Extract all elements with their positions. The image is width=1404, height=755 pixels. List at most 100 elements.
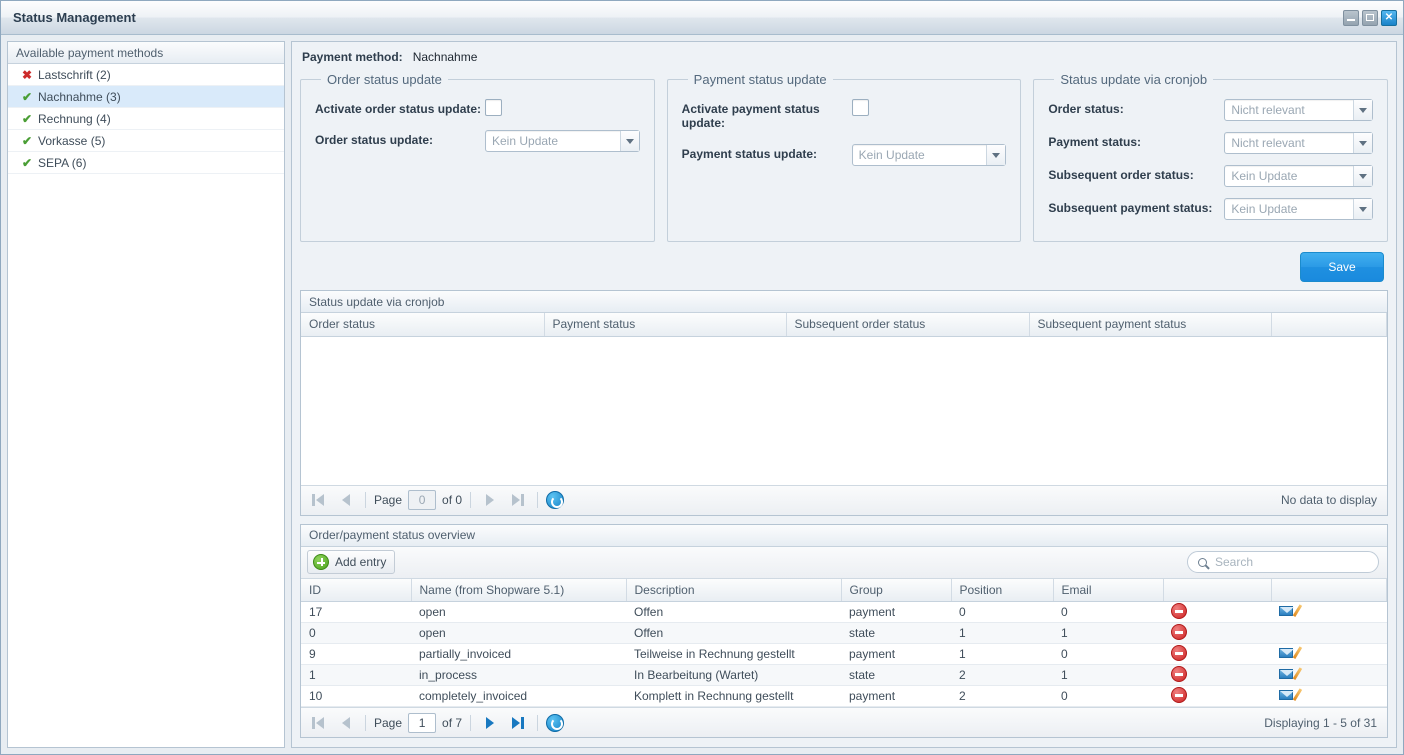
column-header-id[interactable]: ID (301, 578, 412, 602)
column-header-name[interactable]: Name (from Shopware 5.1) (411, 578, 627, 602)
table-row[interactable]: 9 partially_invoiced Teilweise in Rechnu… (301, 643, 1387, 665)
cronjob-payment-status-row: Payment status: Nicht relevant (1048, 132, 1374, 154)
cell-delete (1163, 622, 1271, 644)
cell-position: 2 (951, 685, 1053, 707)
cronjob-order-status-select[interactable]: Nicht relevant (1224, 99, 1374, 121)
edit-mail-icon[interactable] (1279, 603, 1302, 618)
payment-status-update-select[interactable]: Kein Update (851, 144, 1007, 166)
page-number-input[interactable] (408, 490, 437, 510)
cronjob-subsequent-payment-value: Kein Update (1231, 202, 1298, 216)
refresh-icon[interactable] (546, 713, 565, 732)
save-button[interactable]: Save (1300, 252, 1384, 282)
minimize-icon[interactable] (1343, 9, 1359, 26)
delete-icon[interactable] (1171, 602, 1187, 619)
table-row[interactable]: 1 in_process In Bearbeitung (Wartet) sta… (301, 664, 1387, 686)
sidebar-item-nachnahme[interactable]: ✔ Nachnahme (3) (8, 86, 284, 108)
delete-icon[interactable] (1171, 623, 1187, 640)
delete-icon[interactable] (1171, 644, 1187, 661)
cronjob-payment-status-select[interactable]: Nicht relevant (1224, 132, 1374, 154)
search-box[interactable] (1187, 551, 1379, 573)
table-row[interactable]: 10 completely_invoiced Komplett in Rechn… (301, 685, 1387, 707)
column-header-subsequent-order-status[interactable]: Subsequent order status (786, 313, 1030, 337)
delete-icon[interactable] (1171, 665, 1187, 682)
prev-page-button[interactable] (335, 712, 357, 734)
cronjob-subsequent-order-label: Subsequent order status: (1048, 168, 1194, 182)
chevron-down-icon[interactable] (1353, 199, 1373, 219)
delete-icon[interactable] (1171, 686, 1187, 703)
window-title: Status Management (13, 10, 136, 25)
activate-payment-status-checkbox[interactable] (851, 99, 869, 116)
add-entry-button[interactable]: Add entry (307, 550, 396, 574)
first-page-button[interactable] (307, 489, 329, 511)
sidebar-item-lastschrift[interactable]: ✖ Lastschrift (2) (8, 64, 284, 86)
chevron-down-icon[interactable] (1353, 133, 1373, 153)
order-status-update-fieldset: Order status update Activate order statu… (300, 72, 655, 242)
cell-edit (1271, 685, 1387, 707)
edit-mail-icon[interactable] (1279, 687, 1302, 702)
column-header-delete[interactable] (1163, 578, 1272, 602)
prev-page-button[interactable] (335, 489, 357, 511)
column-header-subsequent-payment-status[interactable]: Subsequent payment status (1029, 313, 1272, 337)
next-page-button[interactable] (479, 712, 501, 734)
order-status-update-select[interactable]: Kein Update (485, 130, 640, 152)
column-header-description[interactable]: Description (626, 578, 842, 602)
overview-grid-toolbar: Add entry (301, 546, 1387, 579)
activate-order-status-checkbox[interactable] (485, 99, 502, 116)
sidebar-item-rechnung[interactable]: ✔ Rechnung (4) (8, 108, 284, 130)
order-status-update-value: Kein Update (492, 134, 559, 148)
cell-id: 17 (301, 601, 411, 623)
page-label: Page (374, 715, 403, 730)
cell-id: 1 (301, 664, 411, 686)
column-header-position[interactable]: Position (951, 578, 1054, 602)
sidebar-item-vorkasse[interactable]: ✔ Vorkasse (5) (8, 130, 284, 152)
refresh-icon[interactable] (546, 491, 565, 509)
search-input[interactable] (1213, 554, 1372, 570)
cronjob-grid-pager: Page of 0 No data to display (301, 484, 1387, 515)
cronjob-subsequent-order-select[interactable]: Kein Update (1224, 165, 1374, 187)
payment-method-line: Payment method: Nachnahme (298, 50, 1390, 72)
last-page-button[interactable] (507, 712, 529, 734)
cell-position: 0 (951, 601, 1053, 623)
overview-grid: Order/payment status overview Add entry (300, 523, 1388, 738)
edit-mail-icon[interactable] (1279, 666, 1302, 681)
cronjob-order-status-label: Order status: (1048, 102, 1124, 116)
cell-delete (1163, 685, 1271, 707)
chevron-down-icon[interactable] (1353, 100, 1373, 120)
chevron-down-icon[interactable] (1353, 166, 1373, 186)
column-header-edit[interactable] (1271, 578, 1387, 602)
close-icon[interactable]: ✕ (1381, 9, 1397, 26)
column-header-payment-status[interactable]: Payment status (544, 313, 787, 337)
maximize-icon[interactable] (1362, 9, 1378, 26)
cell-email: 0 (1053, 643, 1163, 665)
overview-grid-pager: Page of 7 Displaying 1 - 5 of 31 (301, 707, 1387, 737)
add-entry-label: Add entry (335, 555, 387, 569)
pager-status: Displaying 1 - 5 of 31 (1264, 715, 1377, 730)
page-label: Page (374, 493, 403, 507)
cell-position: 1 (951, 643, 1053, 665)
cell-edit (1271, 643, 1387, 665)
page-number-input[interactable] (408, 712, 437, 733)
edit-mail-icon[interactable] (1279, 645, 1302, 660)
cronjob-payment-status-value: Nicht relevant (1231, 136, 1305, 150)
cronjob-grid-header-row: Order status Payment status Subsequent o… (301, 313, 1387, 337)
cronjob-subsequent-payment-select[interactable]: Kein Update (1224, 198, 1374, 220)
table-row[interactable]: 17 open Offen payment 0 0 (301, 601, 1387, 623)
save-row: Save (298, 242, 1390, 290)
next-page-button[interactable] (479, 489, 501, 511)
cell-delete (1163, 664, 1271, 686)
sidebar-item-sepa[interactable]: ✔ SEPA (6) (8, 152, 284, 174)
column-header-order-status[interactable]: Order status (301, 313, 545, 337)
column-header-email[interactable]: Email (1053, 578, 1164, 602)
cell-email: 0 (1053, 601, 1163, 623)
column-header-group[interactable]: Group (841, 578, 952, 602)
chevron-down-icon[interactable] (986, 145, 1006, 165)
check-icon: ✔ (22, 89, 33, 104)
cronjob-subsequent-order-row: Subsequent order status: Kein Update (1048, 165, 1374, 187)
cell-description: Offen (626, 601, 841, 623)
first-page-button[interactable] (307, 712, 329, 734)
table-row[interactable]: 0 open Offen state 1 1 (301, 622, 1387, 644)
chevron-down-icon[interactable] (619, 131, 639, 151)
column-header-actions[interactable] (1271, 313, 1387, 337)
activate-order-status-label: Activate order status update: (315, 102, 482, 116)
last-page-button[interactable] (507, 489, 529, 511)
